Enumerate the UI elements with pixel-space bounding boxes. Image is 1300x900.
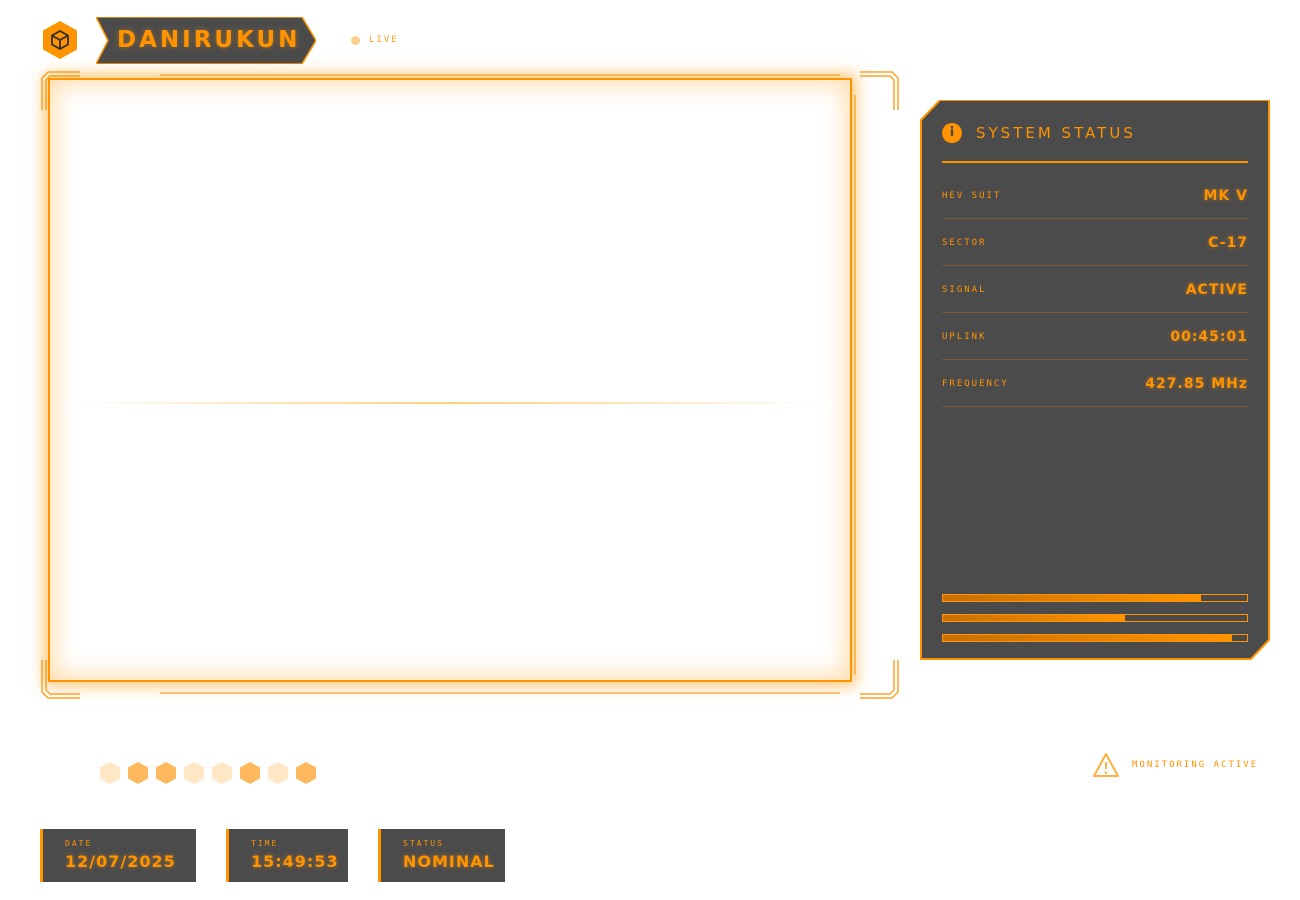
monitoring-status: MONITORING ACTIVE	[1092, 752, 1258, 778]
status-list: HEV SUIT MK V SECTOR C-17 SIGNAL ACTIVE …	[942, 173, 1248, 408]
hex-indicator	[268, 762, 288, 784]
panel-title: SYSTEM STATUS	[976, 124, 1136, 142]
live-dot-icon	[351, 35, 360, 45]
brand-banner: DANIRUKUN	[96, 17, 316, 64]
live-label: LIVE	[369, 35, 399, 45]
status-row-sector: SECTOR C-17	[942, 220, 1248, 266]
time-box: TIME 15:49:53	[226, 829, 348, 882]
level-bar	[942, 594, 1248, 602]
level-bars	[942, 594, 1248, 654]
status-value: C-17	[1208, 234, 1248, 251]
date-value: 12/07/2025	[65, 852, 176, 871]
system-status-panel: i SYSTEM STATUS HEV SUIT MK V SECTOR C-1…	[920, 100, 1270, 660]
status-row-uplink: UPLINK 00:45:01	[942, 314, 1248, 360]
status-value: 427.85 MHz	[1145, 375, 1248, 392]
status-label: UPLINK	[942, 331, 987, 342]
level-bar	[942, 614, 1248, 622]
hex-indicator	[212, 762, 232, 784]
status-value: 00:45:01	[1170, 328, 1248, 345]
level-bar-fill	[943, 635, 1232, 641]
hex-indicator-row	[100, 762, 324, 784]
time-label: TIME	[251, 839, 279, 848]
video-screen[interactable]	[48, 78, 852, 682]
status-row-signal: SIGNAL ACTIVE	[942, 267, 1248, 313]
brand-title: DANIRUKUN	[117, 27, 301, 53]
level-bar-fill	[943, 595, 1202, 601]
live-indicator: LIVE	[351, 34, 399, 46]
status-label: HEV SUIT	[942, 190, 1002, 201]
level-bar-fill	[943, 615, 1126, 621]
date-label: DATE	[65, 839, 93, 848]
status-label: SIGNAL	[942, 284, 987, 295]
hex-indicator	[296, 762, 316, 784]
date-box: DATE 12/07/2025	[40, 829, 196, 882]
monitoring-label: MONITORING ACTIVE	[1132, 760, 1259, 770]
time-value: 15:49:53	[251, 852, 339, 871]
main-viewport[interactable]	[40, 70, 900, 700]
cube-icon	[43, 21, 77, 59]
panel-header: i SYSTEM STATUS	[942, 123, 1248, 163]
status-row-frequency: FREQUENCY 427.85 MHz	[942, 361, 1248, 407]
hex-indicator	[240, 762, 260, 784]
warning-icon	[1093, 753, 1119, 777]
status-label: STATUS	[403, 839, 444, 848]
hex-indicator	[156, 762, 176, 784]
info-icon: i	[942, 123, 962, 143]
status-box: STATUS NOMINAL	[378, 829, 505, 882]
status-value: ACTIVE	[1185, 281, 1248, 298]
hex-indicator	[100, 762, 120, 784]
hex-indicator	[128, 762, 148, 784]
hex-indicator	[184, 762, 204, 784]
level-bar	[942, 634, 1248, 642]
scanline	[70, 402, 830, 404]
status-row-hev-suit: HEV SUIT MK V	[942, 173, 1248, 219]
status-label: SECTOR	[942, 237, 987, 248]
status-value: MK V	[1203, 187, 1248, 204]
status-label: FREQUENCY	[942, 378, 1009, 389]
status-value: NOMINAL	[403, 852, 495, 871]
